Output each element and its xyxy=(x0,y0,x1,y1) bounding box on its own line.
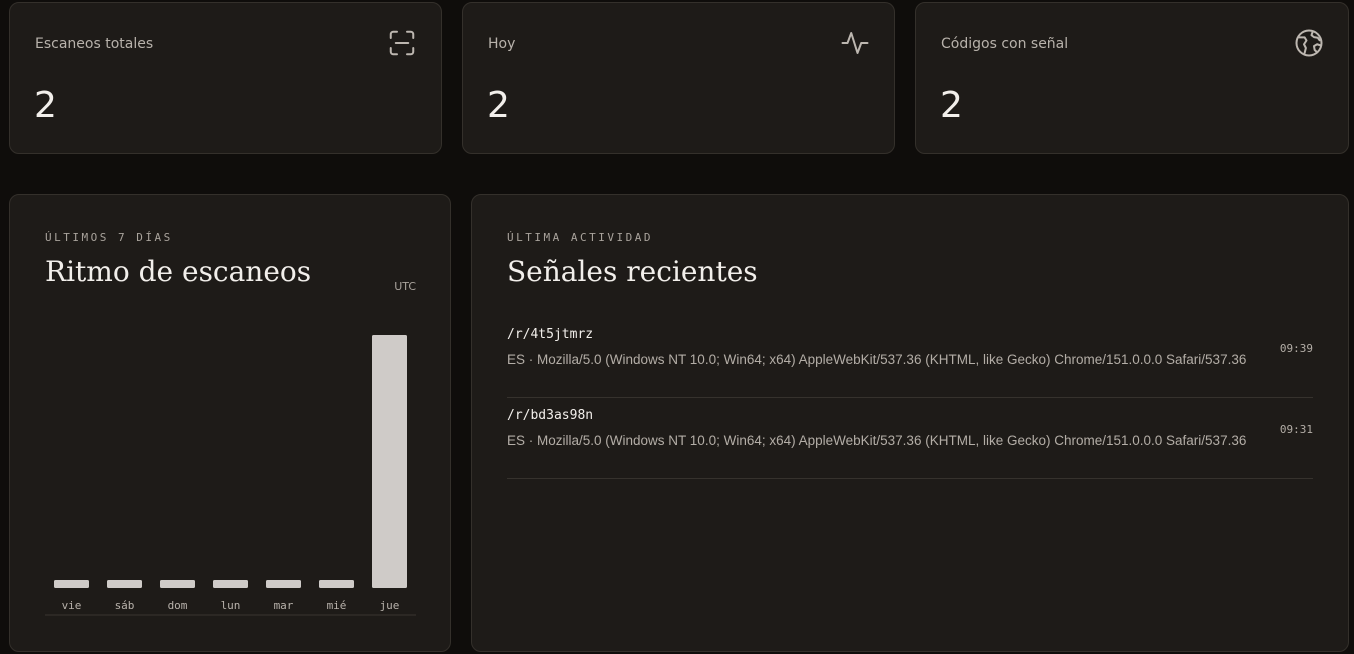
activity-item[interactable]: /r/bd3as98n ES · Mozilla/5.0 (Windows NT… xyxy=(507,398,1313,479)
panel-eyebrow: ÚLTIMA ACTIVIDAD xyxy=(507,231,653,244)
chart-bar-dom xyxy=(160,580,195,588)
chart-tick-label: jue xyxy=(380,599,400,612)
activity-path: /r/4t5jtmrz xyxy=(507,327,594,342)
chart-bar-vie xyxy=(54,580,89,588)
stat-card-total-scans: Escaneos totales 2 xyxy=(9,2,442,154)
stat-label: Escaneos totales xyxy=(35,36,154,52)
scan-rhythm-chart: vie sáb dom lun mar mié jue xyxy=(45,335,416,616)
chart-bar-jue xyxy=(372,335,407,588)
activity-meta: ES · Mozilla/5.0 (Windows NT 10.0; Win64… xyxy=(507,433,1247,448)
chart-bar-sáb xyxy=(107,580,142,588)
chart-tick-label: sáb xyxy=(115,599,135,612)
chart-bar-lun xyxy=(213,580,248,588)
stat-label: Hoy xyxy=(488,36,516,52)
scan-icon xyxy=(387,28,417,58)
chart-tick-label: dom xyxy=(168,599,188,612)
activity-path: /r/bd3as98n xyxy=(507,408,594,423)
scan-rhythm-panel: ÚLTIMOS 7 DÍAS Ritmo de escaneos UTC vie… xyxy=(9,194,451,652)
chart-bar-mié xyxy=(319,580,354,588)
activity-icon xyxy=(840,28,870,58)
chart-tick-label: lun xyxy=(221,599,241,612)
stat-card-signal-codes: Códigos con señal 2 xyxy=(915,2,1349,154)
activity-list: /r/4t5jtmrz ES · Mozilla/5.0 (Windows NT… xyxy=(507,317,1313,479)
stat-value: 2 xyxy=(34,85,57,126)
activity-time: 09:31 xyxy=(1279,423,1313,436)
panel-title: Señales recientes xyxy=(507,255,758,288)
chart-bar-mar xyxy=(266,580,301,588)
chart-tick-label: vie xyxy=(62,599,82,612)
activity-time: 09:39 xyxy=(1279,342,1313,355)
chart-tick-label: mié xyxy=(327,599,347,612)
activity-meta: ES · Mozilla/5.0 (Windows NT 10.0; Win64… xyxy=(507,352,1247,367)
stat-label: Códigos con señal xyxy=(941,36,1069,52)
stat-card-today: Hoy 2 xyxy=(462,2,895,154)
activity-item[interactable]: /r/4t5jtmrz ES · Mozilla/5.0 (Windows NT… xyxy=(507,317,1313,398)
stat-value: 2 xyxy=(940,85,963,126)
globe-icon xyxy=(1294,28,1324,58)
recent-signals-panel: ÚLTIMA ACTIVIDAD Señales recientes /r/4t… xyxy=(471,194,1349,652)
stat-value: 2 xyxy=(487,85,510,126)
chart-tick-label: mar xyxy=(274,599,294,612)
